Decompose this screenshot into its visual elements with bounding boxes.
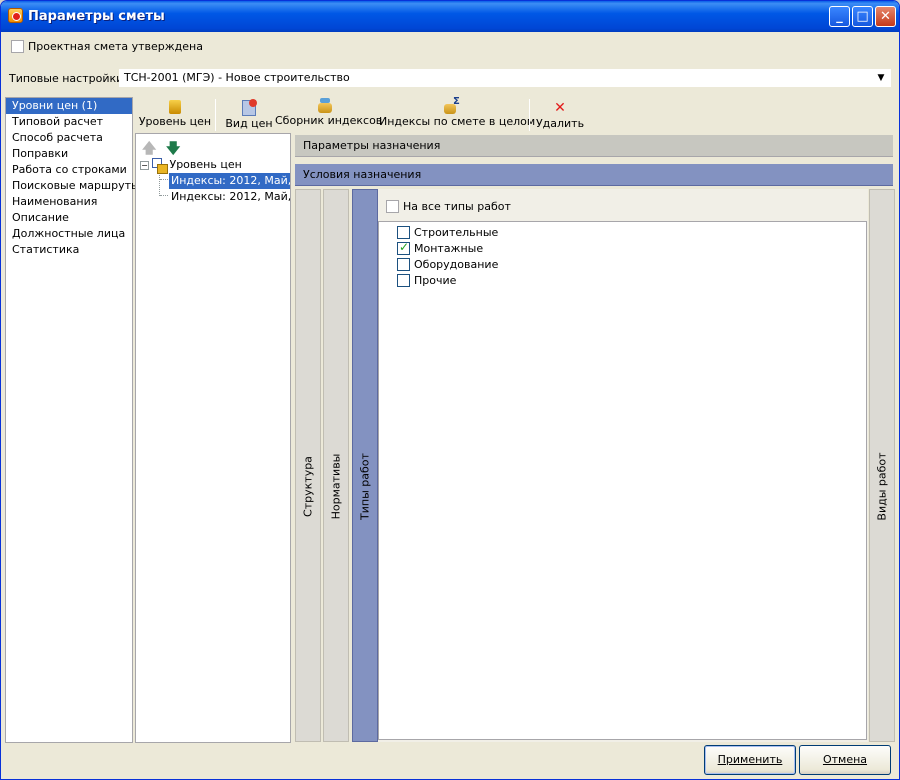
coins-icon: [169, 100, 181, 114]
tree-node-index-1[interactable]: Индексы: 2012, Май, Т(: [169, 173, 290, 189]
approved-row[interactable]: Проектная смета утверждена: [11, 39, 203, 53]
typical-settings-select[interactable]: ТСН-2001 (МГЭ) - Новое строительство ▼: [119, 69, 891, 87]
work-types-list: Строительные Монтажные Оборудование Проч…: [378, 221, 867, 740]
price-level-button[interactable]: Уровень цен: [137, 97, 213, 133]
typical-settings-label: Типовые настройки:: [9, 71, 127, 85]
chevron-down-icon[interactable]: ▼: [874, 71, 888, 85]
nav-item-price-levels[interactable]: Уровни цен (1): [6, 98, 132, 114]
index-collection-button[interactable]: Сборник индексов: [275, 97, 382, 133]
work-type-checkbox[interactable]: [397, 225, 410, 239]
work-types-panel: На все типы работ Строительные Монтажные…: [378, 189, 868, 742]
nav-item-search-routes[interactable]: Поисковые маршруты: [6, 178, 140, 194]
vtab-norms[interactable]: Нормативы: [323, 189, 349, 742]
collapse-icon[interactable]: −: [140, 161, 149, 170]
estimate-indexes-button[interactable]: Индексы по смете в целом: [379, 96, 535, 133]
nav-item-calc-method[interactable]: Способ расчета: [6, 130, 132, 146]
work-type-item[interactable]: Монтажные: [397, 240, 483, 256]
toolbar: Уровень цен Вид цен Сборник индексов Инд…: [135, 96, 895, 133]
delete-button[interactable]: ✕ Удалить: [535, 97, 585, 133]
vtab-structure[interactable]: Структура: [295, 189, 321, 742]
estimate-params-window: Параметры сметы _ □ ✕ Проектная смета ут…: [0, 0, 900, 780]
title-bar[interactable]: Параметры сметы _ □ ✕: [1, 1, 899, 32]
nav-item-typical-calc[interactable]: Типовой расчет: [6, 114, 132, 130]
all-work-types-row[interactable]: На все типы работ: [386, 200, 511, 213]
vtab-work-kinds[interactable]: Виды работ: [869, 189, 895, 742]
nav-item-description[interactable]: Описание: [6, 210, 132, 226]
nav-item-officials[interactable]: Должностные лица: [6, 226, 132, 242]
apply-button[interactable]: Применить: [704, 745, 796, 775]
approved-label: Проектная смета утверждена: [28, 39, 203, 53]
typical-settings-value: ТСН-2001 (МГЭ) - Новое строительство: [124, 71, 350, 84]
nav-item-names[interactable]: Наименования: [6, 194, 132, 210]
delete-x-icon: ✕: [554, 100, 566, 116]
cancel-button[interactable]: Отмена: [799, 745, 891, 775]
dialog-button-row: Применить Отмена: [5, 743, 895, 777]
index-book-icon: [318, 98, 332, 113]
tree-node-index-2[interactable]: Индексы: 2012, Май, Т(: [169, 189, 290, 205]
work-type-checkbox[interactable]: [397, 257, 410, 271]
work-type-item[interactable]: Прочие: [397, 272, 456, 288]
close-button[interactable]: ✕: [875, 6, 896, 27]
maximize-button[interactable]: □: [852, 6, 873, 27]
nav-item-rows[interactable]: Работа со строками: [6, 162, 132, 178]
work-type-item[interactable]: Строительные: [397, 224, 498, 240]
work-type-checkbox[interactable]: [397, 240, 410, 255]
dialog-content: Проектная смета утверждена Типовые настр…: [5, 32, 895, 777]
work-type-item[interactable]: Оборудование: [397, 256, 498, 272]
approved-checkbox[interactable]: [11, 39, 24, 53]
settings-nav-list: Уровни цен (1) Типовой расчет Способ рас…: [5, 97, 140, 743]
window-title: Параметры сметы: [28, 9, 165, 24]
all-work-types-checkbox[interactable]: [386, 200, 399, 213]
price-tag-icon: [242, 99, 257, 116]
app-icon: [8, 8, 23, 23]
price-type-button[interactable]: Вид цен: [221, 97, 277, 133]
conditions-panel-header[interactable]: Условия назначения: [295, 164, 893, 186]
work-type-checkbox[interactable]: [397, 273, 410, 287]
params-panel-header[interactable]: Параметры назначения: [295, 135, 893, 157]
nav-item-statistics[interactable]: Статистика: [6, 242, 132, 258]
price-level-tree-icon: [152, 158, 168, 174]
typical-settings-row: Типовые настройки: ТСН-2001 (МГЭ) - Ново…: [9, 69, 891, 87]
price-level-tree: 🡅 🡇 − Уровень цен Индексы: 2012, Май, Т(…: [135, 133, 291, 743]
vtab-work-types[interactable]: Типы работ: [352, 189, 378, 742]
minimize-button[interactable]: _: [829, 6, 850, 27]
tree-node-root[interactable]: Уровень цен: [152, 157, 242, 174]
sigma-index-icon: [444, 96, 460, 114]
nav-item-corrections[interactable]: Поправки: [6, 146, 132, 162]
